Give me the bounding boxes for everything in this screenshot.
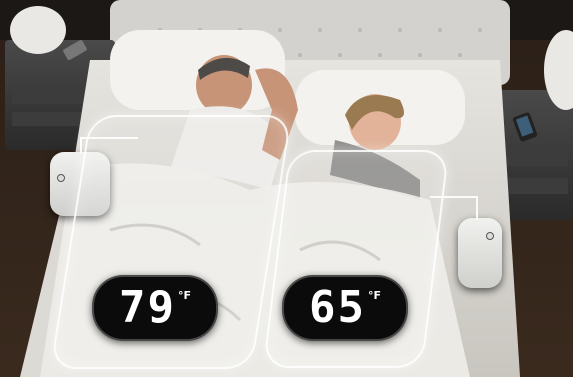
hub-indicator-right (486, 232, 494, 240)
left-temperature-display: 79 °F (92, 275, 218, 341)
lamp-left (10, 6, 66, 54)
leader-line-left-vertical (80, 137, 82, 153)
right-temperature-unit: °F (367, 289, 381, 302)
leader-line-right-vertical (476, 196, 478, 220)
right-temperature-value: 65 (309, 282, 366, 333)
sleep-scene: 79 °F 65 °F (0, 0, 573, 377)
left-temperature-value: 79 (119, 282, 176, 333)
control-hub-right (458, 218, 502, 288)
left-temperature-unit: °F (177, 289, 191, 302)
hub-indicator-left (57, 174, 65, 182)
right-temperature-display: 65 °F (282, 275, 408, 341)
